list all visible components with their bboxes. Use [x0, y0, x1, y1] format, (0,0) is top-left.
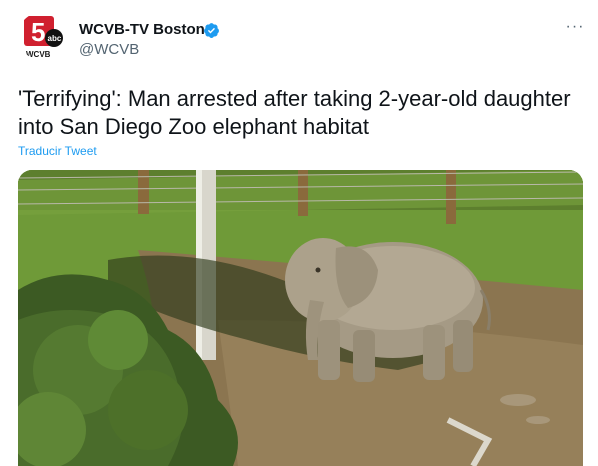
verified-badge-icon: [204, 23, 219, 38]
avatar-network-label: abc: [48, 34, 62, 43]
wcvb-logo-icon: 5 abc WCVB: [18, 12, 66, 60]
more-options-icon[interactable]: ···: [564, 19, 586, 38]
author-handle[interactable]: @WCVB: [79, 41, 139, 59]
avatar[interactable]: 5 abc WCVB: [18, 12, 66, 60]
author-name[interactable]: WCVB-TV Boston: [79, 21, 205, 39]
elephant-photo-illustration: [18, 170, 583, 466]
avatar-call-letters: WCVB: [26, 50, 51, 59]
translate-tweet-link[interactable]: Traducir Tweet: [18, 144, 97, 158]
tweet-text: 'Terrifying': Man arrested after taking …: [18, 86, 571, 139]
tweet: 5 abc WCVB WCVB-TV Boston @WCVB ··· 'Ter…: [0, 0, 598, 466]
avatar-logo-number: 5: [31, 17, 45, 47]
tweet-photo[interactable]: [18, 170, 583, 466]
